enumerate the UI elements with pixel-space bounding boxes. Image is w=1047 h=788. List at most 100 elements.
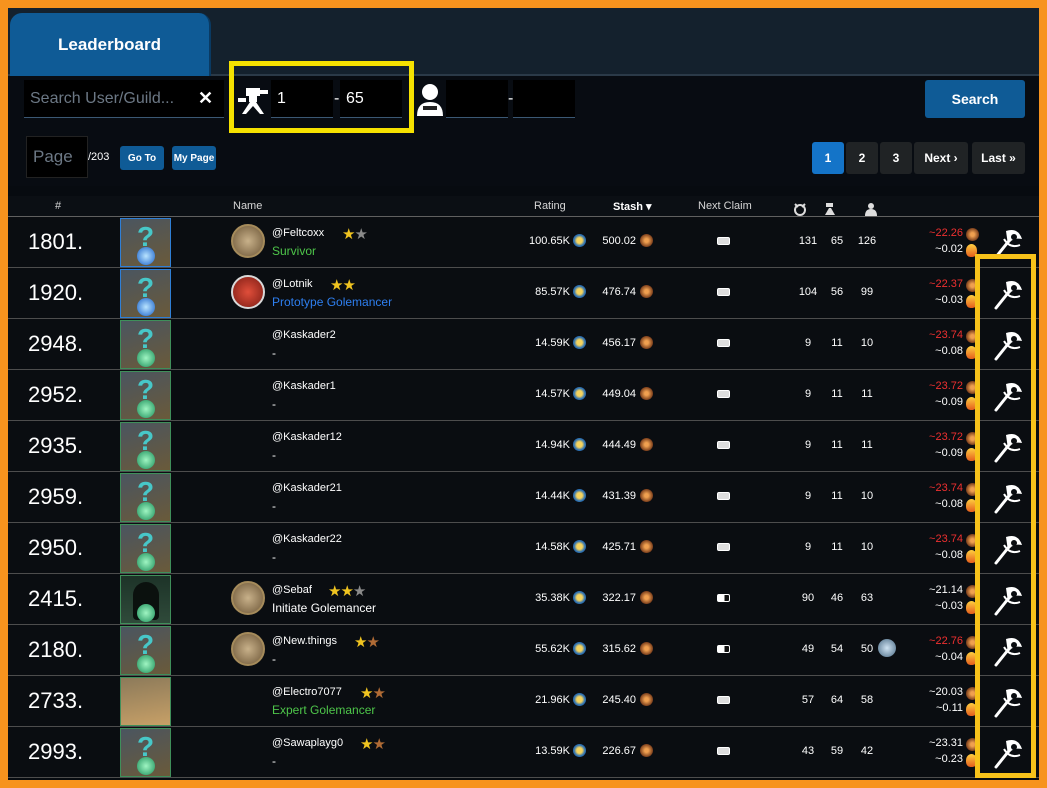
last-page-button[interactable]: Last » — [972, 142, 1025, 174]
stash-coin-icon — [640, 540, 653, 553]
worker-count: 10 — [860, 541, 874, 553]
stash-value: 444.49 — [602, 439, 636, 451]
user-title: - — [272, 499, 276, 513]
card-thumbnail[interactable] — [120, 677, 171, 726]
leaderboard-panel: Leaderboard Search User/Guild... ✕ 1 - 6… — [8, 8, 1039, 780]
username-link[interactable]: @Feltcoxx — [272, 227, 324, 239]
guild-badge[interactable] — [231, 632, 265, 666]
page-2-button[interactable]: 2 — [846, 142, 878, 174]
col-rank: # — [55, 200, 62, 212]
rating-coin-icon — [573, 285, 586, 298]
username-link[interactable]: @Kaskader22 — [272, 533, 342, 545]
card-thumbnail[interactable]: ? — [120, 524, 171, 573]
delta-secondary: ~0.09 — [935, 396, 963, 408]
username-link[interactable]: @Lotnik — [272, 278, 313, 290]
card-thumbnail[interactable] — [120, 575, 171, 624]
card-thumbnail[interactable]: ? — [120, 269, 171, 318]
page-3-button[interactable]: 3 — [880, 142, 912, 174]
username-link[interactable]: @New.things — [272, 635, 337, 647]
claim-battery-icon — [717, 390, 730, 398]
rank-number: 1801. — [28, 229, 84, 254]
table-row[interactable]: 2180. ? @New.things ★★ - 55.62K 315.62 4… — [8, 625, 1039, 676]
rank-stars: ★★ — [330, 277, 356, 294]
search-button[interactable]: Search — [925, 80, 1025, 118]
my-page-button[interactable]: My Page — [172, 146, 216, 170]
clear-icon[interactable]: ✕ — [198, 88, 213, 109]
goto-button[interactable]: Go To — [120, 146, 164, 170]
worker-icon — [417, 84, 443, 116]
username-link[interactable]: @Kaskader2 — [272, 329, 336, 341]
col-name[interactable]: Name — [233, 200, 262, 212]
card-thumbnail[interactable]: ? — [120, 422, 171, 471]
rank-number: 2415. — [28, 586, 84, 611]
user-title: Prototype Golemancer — [272, 295, 393, 309]
table-row[interactable]: 2952. ? @Kaskader1 - 14.57K 449.04 9 11 … — [8, 370, 1039, 421]
table-row[interactable]: 2959. ? @Kaskader21 - 14.44K 431.39 9 11… — [8, 472, 1039, 523]
table-row[interactable]: 2993. ? @Sawaplayg0 ★★ - 13.59K 226.67 4… — [8, 727, 1039, 778]
stash-coin-icon — [640, 438, 653, 451]
stash-coin-icon — [640, 387, 653, 400]
col-rating[interactable]: Rating — [534, 200, 566, 212]
table-row[interactable]: 2948. ? @Kaskader2 - 14.59K 456.17 9 11 … — [8, 319, 1039, 370]
claim-battery-icon — [717, 543, 730, 551]
search-input[interactable]: Search User/Guild... — [24, 80, 224, 118]
worker-max-input[interactable] — [513, 80, 575, 118]
username-link[interactable]: @Kaskader1 — [272, 380, 336, 392]
delta-primary: ~20.03 — [929, 686, 963, 698]
username-link[interactable]: @Sebaf — [272, 584, 312, 596]
level-count: 65 — [830, 235, 844, 247]
worker-count: 11 — [861, 388, 873, 400]
stash-coin-icon — [640, 234, 653, 247]
worker-col-icon[interactable] — [864, 202, 878, 216]
delta-primary: ~23.74 — [929, 482, 963, 494]
table-row[interactable]: 2733. @Electro7077 ★★ Expert Golemancer … — [8, 676, 1039, 727]
col-next-claim[interactable]: Next Claim — [698, 200, 752, 212]
worker-min-input[interactable] — [446, 80, 508, 118]
card-thumbnail[interactable]: ? — [120, 218, 171, 267]
guild-badge[interactable] — [231, 275, 265, 309]
golem-count: 9 — [804, 490, 812, 502]
stash-value: 431.39 — [602, 490, 636, 502]
table-row[interactable]: 2950. ? @Kaskader22 - 14.58K 425.71 9 11… — [8, 523, 1039, 574]
card-thumbnail[interactable]: ? — [120, 626, 171, 675]
table-row[interactable]: 2415. @Sebaf ★★★ Initiate Golemancer 35.… — [8, 574, 1039, 625]
delta-secondary: ~0.03 — [935, 294, 963, 306]
guild-badge[interactable] — [231, 224, 265, 258]
stash-value: 500.02 — [602, 235, 636, 247]
worker-count: 11 — [861, 439, 873, 451]
claim-battery-icon — [717, 645, 730, 653]
card-thumbnail[interactable]: ? — [120, 320, 171, 369]
golem-col-icon[interactable] — [793, 202, 807, 216]
table-row[interactable]: 1801. ? @Feltcoxx ★★ Survivor 100.65K 50… — [8, 217, 1039, 268]
username-link[interactable]: @Kaskader12 — [272, 431, 342, 443]
delta-secondary: ~0.04 — [935, 651, 963, 663]
card-thumbnail[interactable]: ? — [120, 728, 171, 777]
username-link[interactable]: @Sawaplayg0 — [272, 737, 343, 749]
card-thumbnail[interactable]: ? — [120, 473, 171, 522]
page-input[interactable]: Page — [26, 136, 88, 178]
tab-leaderboard[interactable]: Leaderboard — [10, 13, 211, 76]
username-link[interactable]: @Electro7077 — [272, 686, 342, 698]
rating-value: 14.58K — [535, 541, 570, 553]
col-stash[interactable]: Stash ▾ — [613, 200, 652, 213]
level-col-icon[interactable] — [822, 202, 838, 216]
card-thumbnail[interactable]: ? — [120, 371, 171, 420]
claim-battery-icon — [717, 594, 730, 602]
claim-battery-icon — [717, 492, 730, 500]
page-1-button[interactable]: 1 — [812, 142, 844, 174]
username-link[interactable]: @Kaskader21 — [272, 482, 342, 494]
rating-value: 35.38K — [535, 592, 570, 604]
rating-coin-icon — [573, 642, 586, 655]
guild-badge[interactable] — [231, 581, 265, 615]
page-total: /203 — [88, 151, 110, 163]
table-row[interactable]: 1920. ? @Lotnik ★★ Prototype Golemancer … — [8, 268, 1039, 319]
stash-coin-icon — [640, 693, 653, 706]
stash-coin-icon — [640, 489, 653, 502]
rating-coin-icon — [573, 234, 586, 247]
level-count: 64 — [830, 694, 844, 706]
rating-value: 55.62K — [535, 643, 570, 655]
rating-coin-icon — [573, 693, 586, 706]
rating-value: 14.59K — [535, 337, 570, 349]
table-row[interactable]: 2935. ? @Kaskader12 - 14.94K 444.49 9 11… — [8, 421, 1039, 472]
next-page-button[interactable]: Next › — [914, 142, 968, 174]
